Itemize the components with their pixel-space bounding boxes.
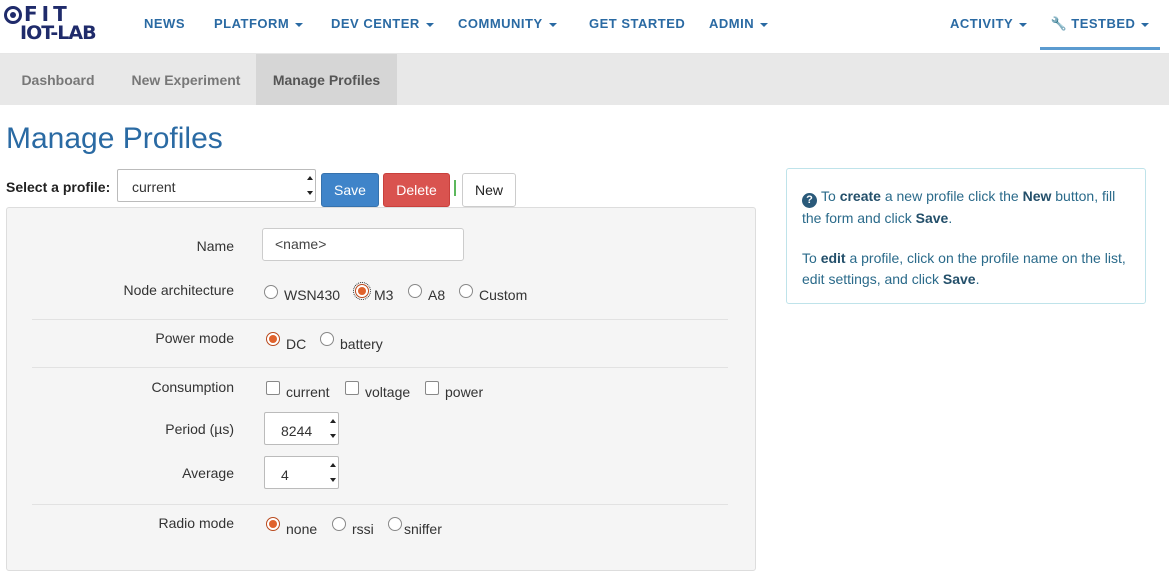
radio-battery[interactable] [320, 332, 334, 346]
nav-community[interactable]: COMMUNITY [458, 0, 557, 50]
period-label: Period (µs) [165, 421, 234, 437]
checkbox-current[interactable] [266, 381, 280, 395]
wrench-icon: 🔧 [1050, 16, 1068, 31]
nav-dev-center-label: DEV CENTER [331, 16, 420, 31]
nav-admin-label: ADMIN [709, 16, 755, 31]
select-arrows-icon [330, 457, 338, 488]
form-divider [32, 319, 728, 320]
name-field[interactable]: <name> [262, 228, 464, 261]
option-battery-label: battery [340, 336, 383, 352]
fit-iotlab-logo[interactable]: FIT IOT-LAB [4, 3, 120, 46]
select-arrows-icon [330, 413, 338, 444]
top-navbar: FIT IOT-LAB NEWS PLATFORM DEV CENTER COM… [0, 0, 1169, 54]
checkbox-power[interactable] [425, 381, 439, 395]
select-profile-label: Select a profile: [6, 179, 111, 195]
radio-a8[interactable] [408, 284, 422, 298]
profile-select-value: current [132, 179, 176, 195]
radio-none[interactable] [266, 517, 280, 531]
sub-navbar: Dashboard New Experiment Manage Profiles [0, 54, 1169, 105]
nav-platform[interactable]: PLATFORM [214, 0, 304, 50]
profile-select[interactable]: current [117, 169, 316, 202]
delete-button[interactable]: Delete [383, 173, 450, 207]
nav-get-started[interactable]: GET STARTED [589, 0, 685, 50]
option-voltage-label: voltage [365, 384, 411, 400]
chevron-down-icon [425, 22, 434, 27]
chevron-down-icon [548, 22, 557, 27]
question-circle-icon: ? [802, 193, 817, 208]
option-m3-label: M3 [374, 287, 394, 303]
radio-custom[interactable] [459, 284, 473, 298]
consumption-label: Consumption [151, 379, 235, 395]
help-info-box: ? To create a new profile click the New b… [786, 168, 1146, 304]
radio-dc[interactable] [266, 332, 280, 346]
tab-dashboard[interactable]: Dashboard [0, 54, 116, 105]
option-a8-label: A8 [428, 287, 446, 303]
new-button[interactable]: New [462, 173, 516, 207]
chevron-down-icon [1019, 22, 1028, 27]
nav-community-label: COMMUNITY [458, 16, 543, 31]
option-power-label: power [445, 384, 484, 400]
chevron-down-icon [760, 22, 769, 27]
nav-news-label: NEWS [144, 16, 185, 31]
option-wsn430-label: WSN430 [284, 287, 341, 303]
tab-manage-profiles[interactable]: Manage Profiles [256, 54, 397, 105]
period-select-value: 8244 [281, 423, 313, 439]
radio-mode-label: Radio mode [158, 515, 235, 531]
node-architecture-label: Node architecture [123, 282, 234, 298]
option-custom-label: Custom [479, 287, 528, 303]
chevron-down-icon [1141, 22, 1150, 27]
nav-admin[interactable]: ADMIN [709, 0, 769, 50]
option-none-label: none [286, 521, 318, 537]
name-label: Name [196, 238, 234, 254]
average-select[interactable]: 4 [264, 456, 339, 489]
form-divider [32, 504, 728, 505]
nav-testbed[interactable]: 🔧 TESTBED [1040, 0, 1160, 50]
option-current-label: current [286, 384, 330, 400]
nav-news[interactable]: NEWS [144, 0, 185, 50]
help-create-text: ? To create a new profile click the New b… [802, 188, 1116, 226]
button-separator [454, 180, 456, 196]
help-edit-text: To edit a profile, click on the profile … [802, 250, 1126, 287]
logo-line2: IOT-LAB [20, 22, 97, 44]
save-button[interactable]: Save [321, 173, 379, 207]
nav-testbed-label: TESTBED [1071, 16, 1136, 31]
nav-activity[interactable]: ACTIVITY [950, 0, 1028, 50]
average-select-value: 4 [281, 467, 289, 483]
power-mode-label: Power mode [155, 330, 234, 346]
nav-dev-center[interactable]: DEV CENTER [331, 0, 434, 50]
option-dc-label: DC [286, 336, 307, 352]
option-rssi-label: rssi [352, 521, 374, 537]
radio-wsn430[interactable] [264, 285, 278, 299]
page-title: Manage Profiles [6, 122, 223, 155]
radio-m3[interactable] [353, 282, 371, 300]
option-sniffer-label: sniffer [404, 521, 442, 537]
radio-rssi[interactable] [332, 517, 346, 531]
tab-new-experiment[interactable]: New Experiment [116, 54, 256, 105]
checkbox-voltage[interactable] [345, 381, 359, 395]
chevron-down-icon [295, 22, 304, 27]
radio-sniffer[interactable] [388, 517, 402, 531]
form-divider [32, 367, 728, 368]
average-label: Average [182, 465, 234, 481]
nav-get-started-label: GET STARTED [589, 16, 686, 31]
nav-platform-label: PLATFORM [214, 16, 290, 31]
select-arrows-icon [307, 170, 315, 201]
period-select[interactable]: 8244 [264, 412, 339, 445]
nav-activity-label: ACTIVITY [950, 16, 1014, 31]
